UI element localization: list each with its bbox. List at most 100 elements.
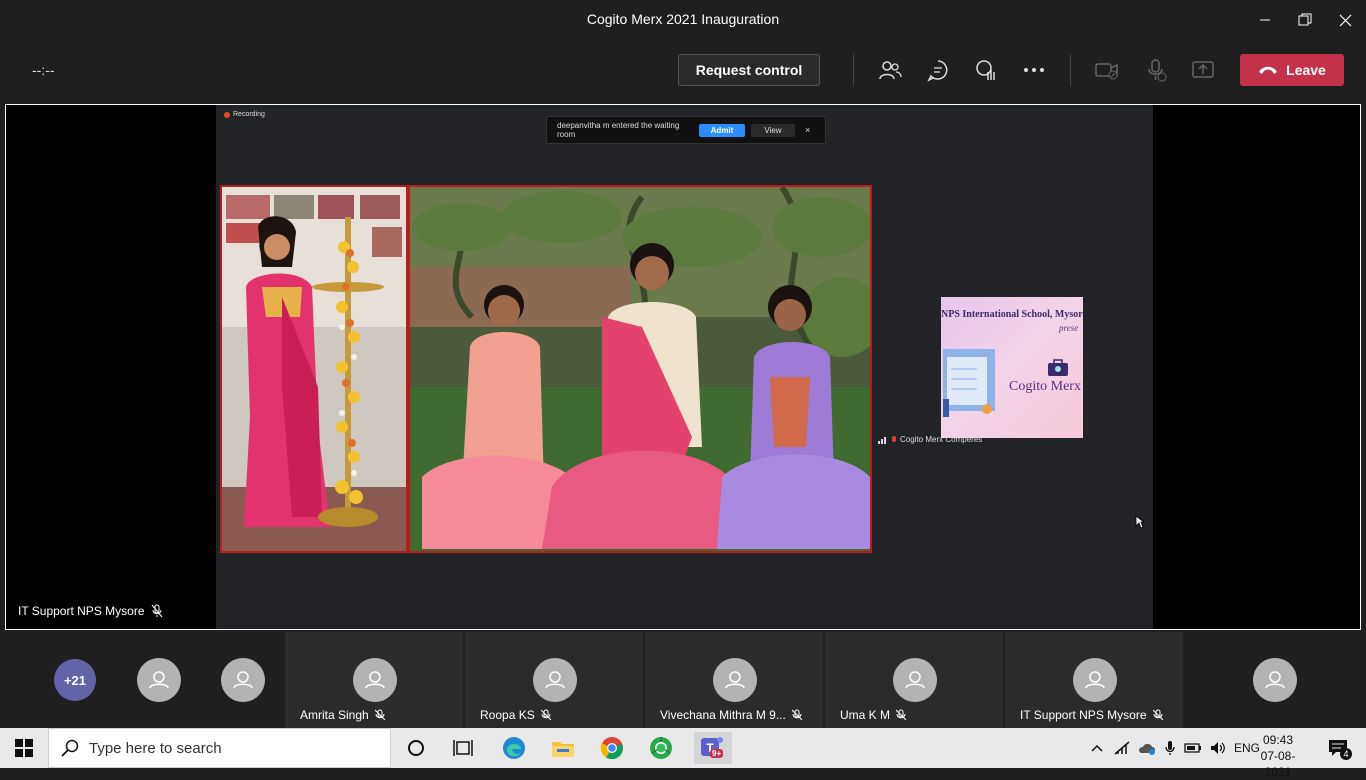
- camera-off-icon: [1095, 63, 1118, 80]
- edge-taskbar-button[interactable]: [498, 732, 530, 764]
- clock-date: 07-08-2021: [1260, 749, 1296, 779]
- restore-button[interactable]: [1285, 0, 1325, 40]
- avatar[interactable]: [221, 658, 265, 702]
- participant-name: Roopa KS: [480, 708, 535, 722]
- meeting-timer: --:--: [32, 62, 55, 78]
- microphone-tray-icon[interactable]: [1164, 740, 1176, 756]
- person-icon: [725, 671, 745, 689]
- notification-close-button[interactable]: ×: [805, 125, 810, 135]
- chat-button[interactable]: [924, 56, 952, 84]
- avatar: [353, 658, 397, 702]
- title-bar: Cogito Merx 2021 Inauguration: [0, 0, 1366, 40]
- person-icon: [1265, 671, 1285, 689]
- admit-button[interactable]: Admit: [699, 123, 745, 137]
- shared-screen: Recording deepanvitha m entered the wait…: [216, 105, 1153, 629]
- taskbar-search-box[interactable]: Type here to search: [48, 728, 391, 768]
- share-button[interactable]: [1189, 56, 1217, 84]
- leave-button[interactable]: Leave: [1240, 54, 1344, 86]
- action-center-button[interactable]: 4: [1322, 732, 1354, 764]
- signal-icon: [878, 436, 886, 444]
- person-icon: [545, 671, 565, 689]
- person-icon: [149, 671, 169, 689]
- view-button[interactable]: View: [751, 123, 795, 137]
- request-control-button[interactable]: Request control: [678, 54, 820, 86]
- mic-off-icon: [1148, 59, 1167, 82]
- restore-icon: [1298, 13, 1312, 26]
- participant-tile[interactable]: Uma K M: [825, 632, 1003, 728]
- clock-time: 09:43: [1262, 733, 1294, 747]
- avatar: [713, 658, 757, 702]
- leave-label: Leave: [1286, 62, 1326, 78]
- participant-tile[interactable]: Vivechana Mithra M 9...: [645, 632, 823, 728]
- thumbnail-school-title: NPS International School, Mysore: [941, 309, 1083, 320]
- people-icon: [879, 61, 902, 80]
- avatar[interactable]: [1253, 658, 1297, 702]
- more-participants-button[interactable]: +21: [54, 659, 96, 701]
- chrome-taskbar-button[interactable]: [596, 732, 628, 764]
- thumbnail-presents-text: prese: [1059, 323, 1079, 333]
- recording-indicator: Recording: [224, 111, 265, 118]
- task-view-icon: [453, 740, 473, 756]
- volume-icon[interactable]: [1210, 741, 1226, 755]
- presentation-illustration-icon: [943, 349, 995, 417]
- recording-label: Recording: [233, 111, 265, 118]
- recording-dot-icon: [224, 111, 230, 118]
- chrome-icon: [600, 737, 623, 760]
- participant-video-thumbnail[interactable]: NPS International School, Mysore prese C…: [941, 297, 1083, 438]
- more-icon: [1024, 68, 1044, 72]
- lamp-lighting-scene-image: [222, 187, 870, 551]
- mic-off-icon: [374, 709, 385, 721]
- speaker-name: IT Support NPS Mysore: [18, 604, 145, 618]
- minimize-icon: [1260, 19, 1270, 21]
- participant-tile[interactable]: Amrita Singh: [285, 632, 463, 728]
- folder-icon: [552, 742, 574, 757]
- avatar: [893, 658, 937, 702]
- reactions-button[interactable]: [972, 56, 1000, 84]
- main-stage: Recording deepanvitha m entered the wait…: [5, 104, 1361, 630]
- taskbar-clock[interactable]: 09:43 07-08-2021: [1248, 732, 1308, 780]
- participant-tile[interactable]: Roopa KS: [465, 632, 643, 728]
- system-tray: ENG: [1090, 728, 1260, 768]
- more-actions-button[interactable]: [1020, 56, 1048, 84]
- task-view-button[interactable]: [447, 732, 479, 764]
- network-icon[interactable]: [1114, 741, 1130, 755]
- teams-taskbar-button[interactable]: T 9+: [694, 732, 732, 764]
- chrome-green-taskbar-button[interactable]: [645, 732, 677, 764]
- mic-off-icon: [1152, 709, 1163, 721]
- close-window-button[interactable]: [1325, 0, 1365, 40]
- participants-button[interactable]: [876, 56, 904, 84]
- waiting-room-message: deepanvitha m entered the waiting room: [557, 121, 680, 139]
- cortana-button[interactable]: [400, 732, 432, 764]
- waiting-room-notification: deepanvitha m entered the waiting room A…: [546, 116, 826, 144]
- mic-off-icon: [151, 604, 162, 618]
- start-button[interactable]: [8, 732, 40, 764]
- speaker-name-tag: IT Support NPS Mysore: [18, 604, 163, 618]
- camera-button[interactable]: [1093, 56, 1121, 84]
- mic-off-icon: [791, 709, 802, 721]
- microphone-button[interactable]: [1142, 56, 1170, 84]
- avatar: [533, 658, 577, 702]
- hang-up-icon: [1259, 66, 1278, 74]
- file-explorer-button[interactable]: [547, 732, 579, 764]
- mic-off-icon: [540, 709, 551, 721]
- windows-logo-icon: [15, 739, 33, 757]
- muted-mic-icon: [892, 435, 896, 442]
- participant-name: Vivechana Mithra M 9...: [660, 708, 786, 722]
- avatar: [1073, 658, 1117, 702]
- search-icon: [61, 739, 79, 757]
- search-placeholder: Type here to search: [89, 739, 222, 757]
- edge-browser-icon: [503, 737, 525, 759]
- toolbar-divider: [853, 54, 854, 86]
- participant-name: Uma K M: [840, 708, 891, 722]
- avatar[interactable]: [137, 658, 181, 702]
- onedrive-icon[interactable]: [1138, 741, 1156, 755]
- battery-icon[interactable]: [1184, 742, 1202, 754]
- participant-name: IT Support NPS Mysore: [1020, 708, 1147, 722]
- minimize-button[interactable]: [1245, 0, 1285, 40]
- teams-badge: 9+: [710, 749, 724, 758]
- person-icon: [1085, 671, 1105, 689]
- participant-gallery: +21 Amrita Singh Roopa KS Vivechana Mith…: [0, 632, 1366, 728]
- thumbnail-participant-name: Cogito Merx Comperes: [900, 435, 983, 444]
- participant-tile[interactable]: IT Support NPS Mysore: [1005, 632, 1183, 728]
- chevron-up-icon[interactable]: [1090, 743, 1104, 753]
